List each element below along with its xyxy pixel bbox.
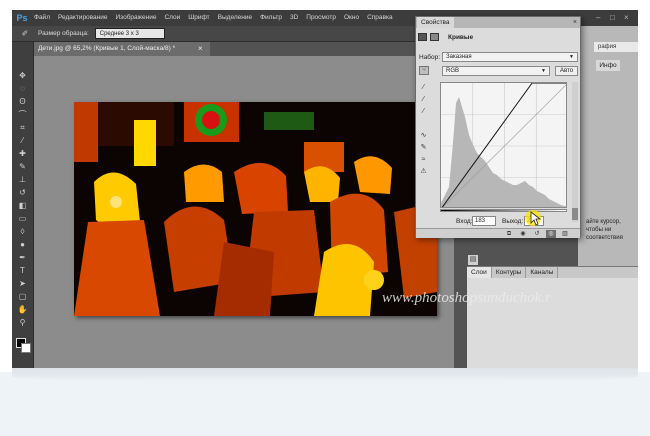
histogram [441, 97, 566, 207]
menu-type[interactable]: Шрифт [184, 10, 213, 26]
layer-mask-icon[interactable] [430, 33, 439, 41]
clipping-warning-icon[interactable]: ⚠ [418, 167, 429, 176]
quick-select-icon[interactable]: ⌒ [16, 109, 29, 120]
black-point-eyedropper-icon[interactable]: ⁄ [418, 83, 429, 92]
history-brush-icon[interactable]: ↺ [16, 187, 29, 198]
clip-to-layer-icon[interactable]: ⧉ [504, 230, 514, 238]
tab-layers[interactable]: Слои [467, 267, 492, 278]
dodge-tool-icon[interactable]: ● [16, 239, 29, 250]
preset-select[interactable]: Заказная ▼ [442, 52, 578, 62]
eyedropper-icon[interactable]: ✐ [18, 28, 32, 40]
menu-edit[interactable]: Редактирование [54, 10, 112, 26]
zoom-tool-icon[interactable]: ⚲ [16, 317, 29, 328]
menu-file[interactable]: Файл [30, 10, 54, 26]
tab-properties[interactable]: Свойства [417, 17, 454, 28]
type-tool-icon[interactable]: T [16, 265, 29, 276]
maximize-icon[interactable]: □ [610, 12, 615, 24]
document-close-icon[interactable]: × [198, 42, 203, 56]
chevron-down-icon: ▼ [569, 54, 574, 60]
menu-view[interactable]: Просмотр [302, 10, 340, 26]
lasso-tool-icon[interactable]: ʘ [16, 96, 29, 107]
input-value-field[interactable]: 183 [472, 216, 496, 226]
tools-panel: ✥ ◌ ʘ ⌒ ⌗ ⁄ ✚ ✎ ⊥ ↺ ◧ ▭ ◊ ● ✒ T ➤ ▢ ✋ ⚲ [12, 42, 34, 368]
info-hint-text: айте курсор, чтобы ни соответствия [586, 219, 623, 241]
menu-select[interactable]: Выделение [214, 10, 256, 26]
adjustment-header: Кривые [418, 32, 473, 42]
cursor-highlight-icon [525, 210, 542, 226]
tab-paths[interactable]: Контуры [492, 267, 527, 278]
menu-layers[interactable]: Слои [160, 10, 184, 26]
target-adjust-icon[interactable]: ☟ [419, 66, 429, 75]
pen-tool-icon[interactable]: ✒ [16, 252, 29, 263]
curves-graph-svg [441, 83, 566, 207]
menu-window[interactable]: Окно [340, 10, 363, 26]
pencil-icon[interactable]: ✎ [418, 143, 429, 152]
preset-value: Заказная [446, 54, 472, 60]
crop-tool-icon[interactable]: ⌗ [16, 122, 29, 133]
visibility-icon[interactable]: ◎ [546, 230, 556, 238]
ps-logo: Ps [16, 13, 28, 23]
trash-icon[interactable]: ▥ [560, 230, 570, 238]
workspace-field[interactable]: рафия [594, 42, 638, 52]
view-previous-icon[interactable]: ◉ [518, 230, 528, 238]
auto-button[interactable]: Авто [555, 66, 578, 76]
scrollbar-thumb[interactable] [572, 208, 578, 220]
channel-value: RGB [446, 68, 460, 74]
preset-label: Набор: [419, 54, 441, 61]
menu-filter[interactable]: Фильтр [256, 10, 286, 26]
document-image[interactable] [74, 102, 437, 316]
channel-select[interactable]: RGB ▼ [442, 66, 550, 76]
close-window-icon[interactable]: × [624, 12, 629, 24]
input-gradient-bar [440, 209, 567, 212]
frame-shadow [12, 368, 638, 382]
layers-panel: Слои Контуры Каналы [467, 266, 638, 368]
watermark: www.photoshopsunduchok.r [382, 290, 551, 306]
white-point-eyedropper-icon[interactable]: ⁄ [418, 107, 429, 116]
sample-size-label: Размер образца: [38, 30, 89, 37]
output-label: Выход: [502, 218, 524, 225]
properties-footer: ⧉ ◉ ↺ ◎ ▥ [416, 228, 580, 238]
photo-illustration [74, 102, 437, 316]
shape-tool-icon[interactable]: ▢ [16, 291, 29, 302]
background-color-swatch[interactable] [21, 343, 31, 353]
hand-tool-icon[interactable]: ✋ [16, 304, 29, 315]
document-tab[interactable]: Дети.jpg @ 65,2% (Кривые 1, Слой-маска/8… [34, 42, 210, 56]
menu-image[interactable]: Изображение [112, 10, 161, 26]
move-tool-icon[interactable]: ✥ [16, 70, 29, 81]
curves-adjustment-icon[interactable] [418, 33, 427, 41]
menu-help[interactable]: Справка [363, 10, 397, 26]
smooth-icon[interactable]: ≈ [418, 155, 429, 164]
minimize-icon[interactable]: – [596, 12, 600, 24]
layers-tabs: Слои Контуры Каналы [467, 267, 638, 278]
gradient-tool-icon[interactable]: ▭ [16, 213, 29, 224]
eraser-tool-icon[interactable]: ◧ [16, 200, 29, 211]
menu-3d[interactable]: 3D [286, 10, 302, 26]
blur-tool-icon[interactable]: ◊ [16, 226, 29, 237]
eyedropper-tool-icon[interactable]: ⁄ [16, 135, 29, 146]
sample-size-select[interactable]: Среднее 3 х 3 [94, 28, 165, 39]
properties-panel: Свойства × Кривые Набор: Заказная ▼ ☟ RG… [415, 16, 581, 238]
tab-channels[interactable]: Каналы [526, 267, 559, 278]
reset-icon[interactable]: ↺ [532, 230, 542, 238]
properties-close-icon[interactable]: × [573, 17, 577, 28]
curves-graph[interactable] [440, 82, 567, 208]
input-label: Вход: [456, 218, 473, 225]
clone-stamp-icon[interactable]: ⊥ [16, 174, 29, 185]
brush-tool-icon[interactable]: ✎ [16, 161, 29, 172]
path-select-icon[interactable]: ➤ [16, 278, 29, 289]
panel-grip-icon[interactable]: ▤ [468, 255, 478, 265]
marquee-tool-icon[interactable]: ◌ [16, 83, 29, 94]
healing-brush-icon[interactable]: ✚ [16, 148, 29, 159]
tab-info[interactable]: Инфо [596, 60, 620, 71]
gray-point-eyedropper-icon[interactable]: ⁄ [418, 95, 429, 104]
curve-point-icon[interactable]: ∿ [418, 131, 429, 140]
properties-scrollbar[interactable] [572, 82, 578, 222]
chevron-down-icon: ▼ [541, 68, 546, 74]
adjustment-title: Кривые [448, 33, 474, 41]
